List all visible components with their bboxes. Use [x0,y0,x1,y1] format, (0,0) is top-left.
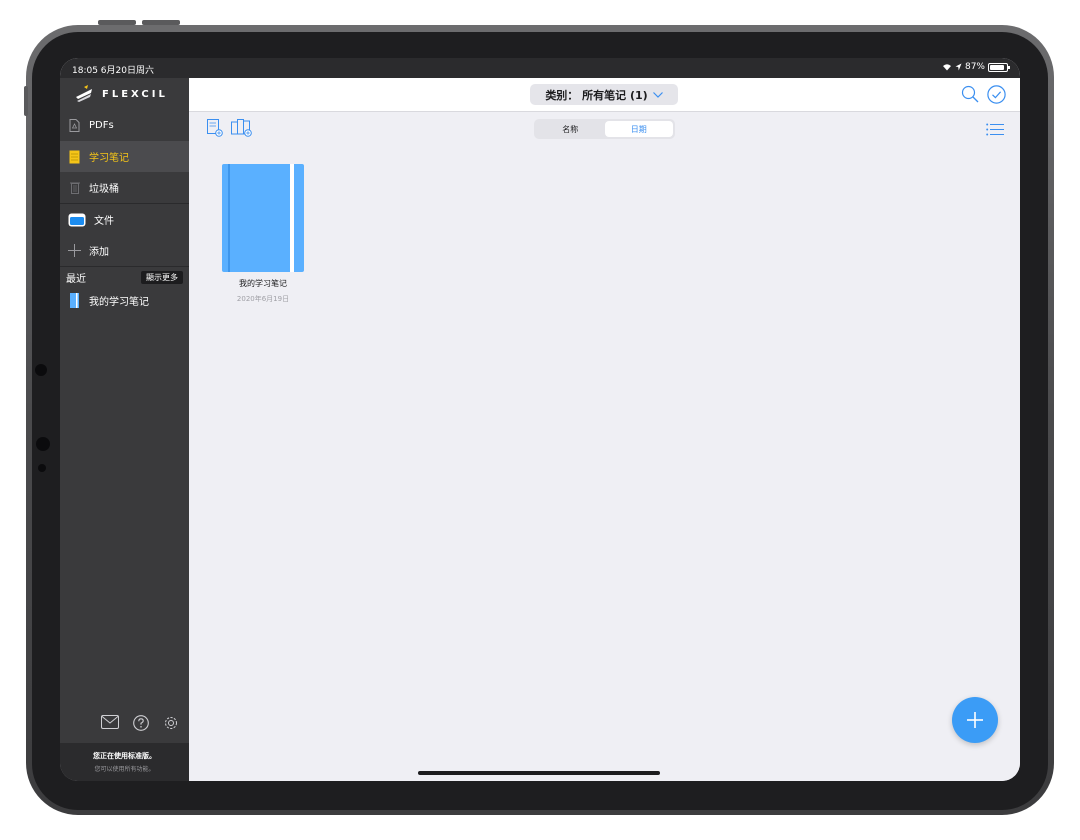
plus-icon [68,243,81,258]
sidebar-footer-icons [60,715,189,731]
flexcil-logo-icon [76,85,92,102]
battery-icon [988,62,1010,72]
main-area: 类别： 所有笔记 (1) 名称 日期 我的学习笔记 2020年6月19日 [189,78,1020,781]
plan-title: 您正在使用标准版。 [93,752,156,760]
status-bar: 18:05 6月20日周六 87% [60,58,1020,78]
notebook-card[interactable]: 我的学习笔记 2020年6月19日 [222,164,304,304]
power-button [24,86,28,116]
help-icon[interactable] [133,715,149,731]
show-more-button[interactable]: 顯示更多 [141,270,183,284]
toolbar: 名称 日期 [189,113,1020,143]
screen: 18:05 6月20日周六 87% FLEXCIL PDFs 学习笔记 垃圾桶 … [60,58,1020,781]
home-indicator[interactable] [418,771,660,775]
sidebar-item-add[interactable]: 添加 [60,235,189,266]
plus-icon [967,712,983,728]
list-view-icon[interactable] [986,123,1004,136]
sidebar-item-label: PDFs [89,120,114,131]
category-label: 类别： 所有笔记 (1) [545,88,648,102]
location-icon [955,63,962,71]
top-actions [961,85,1006,104]
mail-icon[interactable] [101,715,119,729]
tool-icons [207,119,253,137]
pdf-icon [68,118,81,133]
volume-button [142,20,180,25]
gear-icon[interactable] [163,715,179,731]
sidebar-item-pdfs[interactable]: PDFs [60,110,189,141]
sort-tab-name[interactable]: 名称 [536,121,605,137]
sidebar-item-label: 添加 [89,247,109,258]
chevron-down-icon [652,91,663,98]
notebook-date: 2020年6月19日 [236,295,290,303]
camera-dot [35,364,47,376]
app-name: FLEXCIL [102,88,168,100]
notebook-band [290,164,294,272]
recent-header: 最近 顯示更多 [60,267,189,287]
status-indicators: 87% [942,62,1010,72]
select-check-icon[interactable] [987,85,1006,104]
volume-button [98,20,136,25]
new-note-icon[interactable] [207,119,223,137]
trash-icon [68,180,81,195]
search-icon[interactable] [961,85,979,103]
sidebar: FLEXCIL PDFs 学习笔记 垃圾桶 文件 添加 最近 顯示更多 我的学习… [60,78,189,781]
recent-item-label: 我的学习笔记 [89,296,149,308]
sidebar-item-label: 文件 [94,216,114,227]
sort-segmented-control: 名称 日期 [534,119,675,139]
notebook-cover[interactable] [222,164,304,272]
sidebar-item-study-notes[interactable]: 学习笔记 [60,141,189,172]
sort-tab-date[interactable]: 日期 [604,121,673,137]
battery-percent: 87% [964,62,985,72]
plan-info: 您正在使用标准版。 您可以使用所有功能。 [60,743,189,781]
notebook-title: 我的学习笔记 [239,279,287,288]
plan-subtitle: 您可以使用所有功能。 [94,766,155,773]
status-time: 18:05 6月20日周六 [72,66,154,76]
notebook-icon [68,292,81,308]
new-notebook-icon[interactable] [231,119,253,137]
camera-dot [36,437,50,451]
sidebar-item-files[interactable]: 文件 [60,204,189,235]
sidebar-item-label: 学习笔记 [89,153,129,164]
app-logo: FLEXCIL [60,78,189,110]
sensor-dot [38,464,46,472]
recent-item[interactable]: 我的学习笔记 [60,287,189,313]
top-bar: 类别： 所有笔记 (1) [189,78,1020,112]
notebook-icon [68,149,81,164]
recent-label: 最近 [66,273,86,285]
wifi-icon [942,64,951,71]
sidebar-item-trash[interactable]: 垃圾桶 [60,172,189,203]
notebook-spine [228,164,230,272]
sidebar-item-label: 垃圾桶 [89,184,119,195]
add-document-button[interactable] [952,697,998,743]
category-selector[interactable]: 类别： 所有笔记 (1) [530,84,678,105]
folder-icon [68,212,86,227]
